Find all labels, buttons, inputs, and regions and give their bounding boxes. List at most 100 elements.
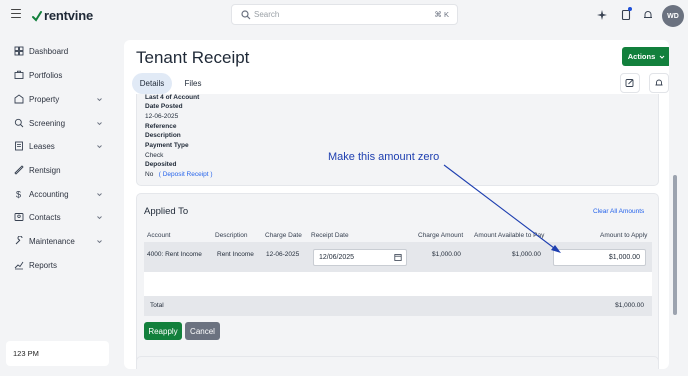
logo-text: rentvine: [44, 8, 93, 23]
reapply-button[interactable]: Reapply: [144, 322, 182, 340]
sidebar-item-label: Rentsign: [29, 165, 61, 175]
edit-button[interactable]: [620, 73, 640, 93]
actions-label: Actions: [627, 52, 656, 61]
sidebar-item-label: Property: [29, 94, 60, 104]
time-display: 123 PM: [6, 341, 109, 366]
avatar[interactable]: WD: [662, 5, 684, 27]
sidebar-item-label: Maintenance: [29, 236, 75, 246]
sidebar-item-leases[interactable]: Leases: [14, 139, 106, 153]
page-title: Tenant Receipt: [136, 48, 250, 67]
svg-text:$: $: [16, 190, 21, 200]
column-header-charge-date: Charge Date: [265, 232, 302, 239]
main-panel: Tenant Receipt Actions Details Files Las…: [124, 40, 669, 369]
tab-details[interactable]: Details: [132, 73, 172, 94]
amount-to-apply-input[interactable]: $1,000.00: [553, 249, 646, 266]
search-icon: [241, 10, 251, 20]
chart-icon: [14, 261, 24, 270]
sidebar-item-label: Accounting: [29, 189, 69, 199]
bell-icon[interactable]: [642, 9, 654, 21]
chevron-down-icon: [97, 192, 102, 196]
next-section: [136, 356, 659, 369]
search-placeholder: Search: [254, 10, 280, 19]
column-header-amount-to-apply: Amount to Apply: [600, 232, 648, 239]
rentvine-logo-icon: [32, 10, 42, 22]
cell-amount-available: $1,000.00: [512, 251, 541, 258]
portfolio-icon: [14, 70, 24, 79]
date-posted-label: Date Posted: [145, 103, 183, 110]
notify-button[interactable]: [649, 73, 669, 93]
rentsign-icon: [14, 165, 24, 175]
clear-all-amounts-link[interactable]: Clear All Amounts: [593, 208, 644, 215]
column-header-account: Account: [147, 232, 171, 239]
description-label: Description: [145, 132, 181, 139]
actions-button[interactable]: Actions: [622, 47, 669, 66]
chevron-down-icon: [97, 239, 102, 243]
sidebar-item-label: Portfolios: [29, 70, 63, 80]
sparkle-icon[interactable]: [596, 9, 608, 21]
bell-icon: [655, 79, 663, 86]
applied-to-section: Applied To Clear All Amounts Account Des…: [136, 193, 659, 369]
annotation-text: Make this amount zero: [328, 151, 440, 163]
dashboard-icon: [14, 46, 24, 56]
calendar-icon[interactable]: [394, 253, 402, 261]
chevron-down-icon: [97, 144, 102, 148]
sidebar-item-property[interactable]: Property: [14, 92, 106, 106]
edit-icon: [625, 79, 634, 87]
sidebar-item-label: Dashboard: [29, 46, 69, 56]
sidebar-item-screening[interactable]: Screening: [14, 116, 106, 130]
sidebar-item-label: Contacts: [29, 212, 61, 222]
search-shortcut: ⌘ K: [434, 10, 449, 19]
receipt-date-value: 12/06/2025: [319, 254, 355, 261]
last4-label: Last 4 of Account: [145, 94, 200, 101]
sidebar-item-label: Reports: [29, 260, 58, 270]
property-icon: [14, 94, 24, 104]
deposited-row: No ( Deposit Receipt ): [145, 171, 213, 178]
sidebar-item-contacts[interactable]: Contacts: [14, 210, 106, 224]
sidebar-item-accounting[interactable]: $ Accounting: [14, 187, 106, 201]
receipt-date-input[interactable]: 12/06/2025: [313, 249, 407, 266]
chevron-down-icon: [659, 55, 665, 59]
sidebar-item-label: Screening: [29, 118, 66, 128]
sidebar-item-reports[interactable]: Reports: [14, 258, 106, 272]
column-header-charge-amount: Charge Amount: [418, 232, 464, 239]
date-posted-value: 12-06-2025: [145, 113, 179, 120]
sidebar-item-dashboard[interactable]: Dashboard: [14, 44, 106, 58]
top-bar: rentvine Search ⌘ K WD: [0, 0, 688, 30]
chevron-down-icon: [97, 97, 102, 101]
payment-type-value: Check: [145, 152, 164, 159]
search-input[interactable]: Search ⌘ K: [231, 4, 458, 25]
menu-icon[interactable]: [11, 9, 21, 18]
cell-charge-date: 12-06-2025: [266, 251, 300, 258]
total-value: $1,000.00: [615, 302, 644, 309]
contacts-icon: [14, 213, 24, 221]
app-logo[interactable]: rentvine: [32, 8, 93, 23]
sidebar-item-maintenance[interactable]: Maintenance: [14, 234, 106, 248]
chevron-down-icon: [97, 121, 102, 125]
screening-icon: [14, 118, 24, 128]
cell-charge-amount: $1,000.00: [432, 251, 461, 258]
notification-badge: [628, 7, 632, 11]
sidebar-item-label: Leases: [29, 141, 55, 151]
column-header-amount-available: Amount Available to Pay: [474, 232, 545, 239]
total-row: [144, 296, 652, 316]
empty-row: [144, 272, 652, 296]
deposited-value: No: [145, 171, 154, 178]
column-header-description: Description: [215, 232, 248, 239]
tab-files[interactable]: Files: [180, 73, 206, 94]
reference-label: Reference: [145, 123, 177, 130]
chevron-down-icon: [97, 215, 102, 219]
cancel-button[interactable]: Cancel: [185, 322, 220, 340]
cell-description: Rent Income: [217, 251, 254, 258]
column-header-receipt-date: Receipt Date: [311, 232, 349, 239]
leases-icon: [15, 141, 23, 151]
cell-account: 4000: Rent Income: [147, 251, 202, 258]
deposit-receipt-link[interactable]: ( Deposit Receipt ): [159, 171, 213, 178]
scrollbar-thumb[interactable]: [673, 175, 677, 315]
dollar-icon: $: [16, 190, 21, 200]
deposited-label: Deposited: [145, 161, 177, 168]
wrench-icon: [15, 236, 23, 245]
receipt-details-section: Last 4 of Account Date Posted 12-06-2025…: [136, 94, 659, 186]
payment-type-label: Payment Type: [145, 142, 189, 149]
sidebar-item-portfolios[interactable]: Portfolios: [14, 68, 106, 82]
sidebar-item-rentsign[interactable]: Rentsign: [14, 163, 106, 177]
